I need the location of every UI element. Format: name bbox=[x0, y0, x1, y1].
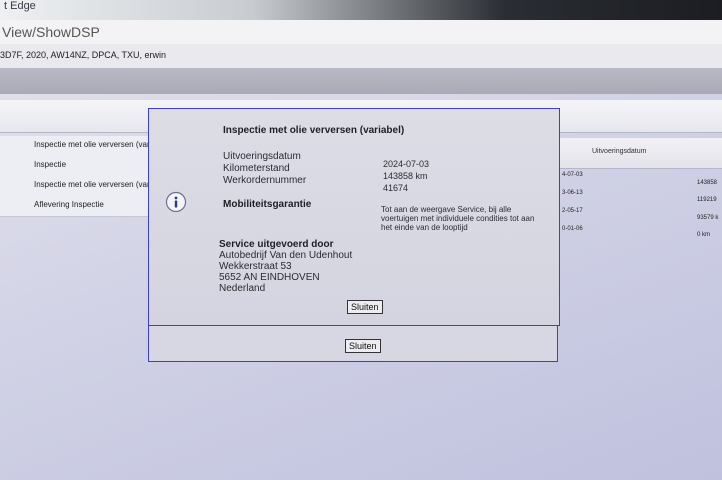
column-header-uitvoeringsdatum: Uitvoeringsdatum bbox=[592, 148, 647, 155]
service-heading: Service uitgevoerd door bbox=[219, 239, 334, 250]
row-date: 2-05-17 bbox=[562, 208, 583, 214]
address-bar[interactable]: View/ShowDSP bbox=[0, 20, 722, 45]
row-km: 119219 bbox=[697, 197, 717, 203]
service-country: Nederland bbox=[219, 283, 266, 294]
row-date: 3-06-13 bbox=[562, 190, 583, 196]
vehicle-info: 3D7F, 2020, AW14NZ, DPCA, TXU, erwin bbox=[0, 50, 167, 60]
table-row[interactable]: Inspectie bbox=[0, 156, 155, 177]
row-omschrijving: Inspectie met olie verversen (var bbox=[34, 180, 150, 189]
close-button-behind[interactable]: Sluiten bbox=[345, 339, 381, 353]
table-row[interactable]: Inspectie met olie verversen (var bbox=[0, 136, 155, 157]
toolbar-strip bbox=[0, 68, 722, 94]
table-row[interactable]: Inspectie met olie verversen (var bbox=[0, 176, 155, 197]
row-km: 93579 k bbox=[697, 215, 719, 221]
field-value-kilometerstand: 143858 km bbox=[383, 171, 428, 181]
screen: t Edge View/ShowDSP 3D7F, 2020, AW14NZ, … bbox=[0, 0, 722, 480]
row-omschrijving: Aflevering Inspectie bbox=[34, 200, 104, 209]
window-titlebar: t Edge bbox=[0, 0, 722, 20]
inspection-dialog: Inspectie met olie verversen (variabel) … bbox=[148, 108, 560, 326]
mobiliteitsgarantie-label: Mobiliteitsgarantie bbox=[223, 199, 312, 210]
field-value-werkordernummer: 41674 bbox=[383, 183, 409, 193]
row-date: 4-07-03 bbox=[562, 172, 583, 178]
close-button[interactable]: Sluiten bbox=[347, 300, 383, 314]
service-company: Autobedrijf Van den Udenhout bbox=[219, 250, 353, 261]
dialog-title: Inspectie met olie verversen (variabel) bbox=[223, 125, 405, 136]
row-omschrijving: Inspectie bbox=[34, 160, 67, 169]
row-omschrijving: Inspectie met olie verversen (var bbox=[34, 140, 150, 149]
field-label-werkordernummer: Werkordernummer bbox=[223, 175, 307, 186]
info-icon bbox=[165, 191, 187, 218]
field-value-uitvoeringsdatum: 2024-07-03 bbox=[383, 159, 430, 169]
row-km: 0 km bbox=[697, 232, 711, 238]
row-km: 143858 bbox=[697, 180, 718, 186]
window-title: t Edge bbox=[4, 0, 36, 12]
field-label-kilometerstand: Kilometerstand bbox=[223, 163, 290, 174]
table-row[interactable]: Aflevering Inspectie bbox=[0, 196, 155, 217]
vehicle-info-bar: 3D7F, 2020, AW14NZ, DPCA, TXU, erwin bbox=[0, 44, 722, 69]
row-date: 0-01-06 bbox=[562, 226, 583, 232]
field-label-uitvoeringsdatum: Uitvoeringsdatum bbox=[223, 151, 301, 162]
service-postcode-city: 5652 AN EINDHOVEN bbox=[219, 272, 320, 283]
mobiliteitsgarantie-text: Tot aan de weergave Service, bij alle vo… bbox=[381, 205, 535, 232]
address-url[interactable]: View/ShowDSP bbox=[2, 24, 100, 40]
service-street: Wekkerstraat 53 bbox=[219, 261, 292, 272]
